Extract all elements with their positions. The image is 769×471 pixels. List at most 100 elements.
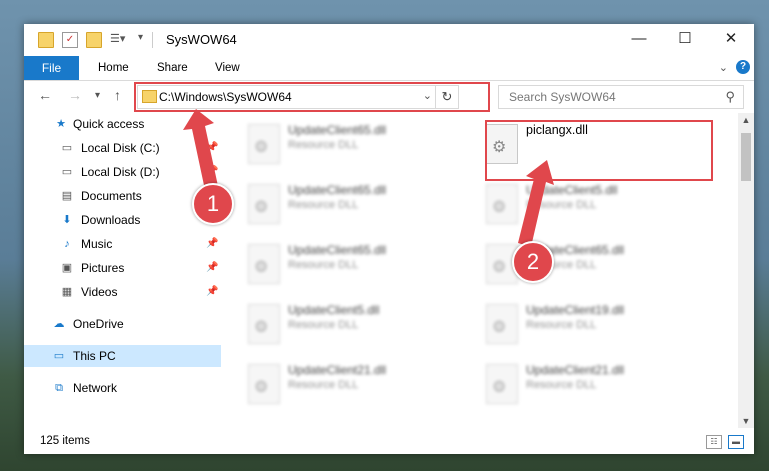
sidebar-item-label: OneDrive: [73, 317, 124, 331]
file-name: UpdateClient21.dll: [288, 363, 387, 377]
file-item[interactable]: UpdateClient19.dll Resource DLL: [466, 299, 696, 349]
status-bar: 125 items ☷ ▬: [24, 428, 754, 454]
scrollbar-thumb[interactable]: [741, 133, 751, 181]
pin-icon[interactable]: 📌: [206, 161, 218, 183]
file-type: Resource DLL: [288, 199, 359, 211]
maximize-button[interactable]: ☐: [662, 24, 708, 56]
file-type: Resource DLL: [288, 319, 359, 331]
pin-icon[interactable]: 📌: [206, 257, 218, 279]
star-icon: ★: [56, 118, 66, 130]
sidebar-item-downloads[interactable]: ⬇ Downloads 📌: [24, 209, 221, 231]
drive-icon: ▭: [61, 142, 73, 154]
file-item[interactable]: UpdateClient21.dll Resource DLL: [228, 359, 458, 409]
file-highlight: [485, 120, 713, 181]
ribbon: File Home Share View ⌄ ?: [24, 56, 754, 81]
file-item[interactable]: UpdateClient5.dll Resource DLL: [228, 299, 458, 349]
sidebar-item-label: Videos: [81, 285, 118, 299]
document-icon: ▤: [61, 190, 73, 202]
video-icon: ▦: [61, 286, 73, 298]
sidebar-item-label: Local Disk (C:): [81, 141, 160, 155]
sidebar-item-network[interactable]: ⧉ Network: [24, 377, 221, 399]
dll-file-icon: [248, 124, 280, 164]
pin-icon[interactable]: 📌: [206, 233, 218, 255]
drive-icon: ▭: [61, 166, 73, 178]
search-icon[interactable]: ⚲: [725, 89, 735, 105]
sidebar-item-label: Local Disk (D:): [81, 165, 160, 179]
title-separator: [152, 32, 153, 48]
file-item[interactable]: UpdateClient65.dll Resource DLL: [228, 119, 458, 169]
sidebar-item-pictures[interactable]: ▣ Pictures 📌: [24, 257, 221, 279]
file-name: UpdateClient65.dll: [288, 243, 387, 257]
large-icons-view-icon[interactable]: ▬: [728, 435, 744, 449]
sidebar-item-label: This PC: [73, 349, 116, 363]
up-arrow-icon[interactable]: ↑: [114, 87, 121, 103]
close-button[interactable]: ✕: [708, 24, 754, 56]
vertical-scrollbar[interactable]: ▲ ▼: [738, 113, 754, 428]
music-icon: ♪: [64, 238, 70, 250]
sidebar-item-label: Documents: [81, 189, 142, 203]
sidebar-item-this-pc[interactable]: ▭ This PC: [24, 345, 221, 367]
tab-share[interactable]: Share: [157, 56, 188, 80]
pin-icon[interactable]: 📌: [206, 137, 218, 159]
file-type: Resource DLL: [288, 379, 359, 391]
new-folder-icon[interactable]: [86, 32, 102, 48]
search-box[interactable]: Search SysWOW64 ⚲: [498, 85, 744, 109]
dll-file-icon: [248, 304, 280, 344]
sidebar-item-local-disk-d[interactable]: ▭ Local Disk (D:) 📌: [24, 161, 221, 183]
tab-view[interactable]: View: [215, 56, 240, 80]
picture-icon: ▣: [61, 262, 73, 274]
file-type: Resource DLL: [526, 319, 597, 331]
dll-file-icon: [486, 184, 518, 224]
title-bar: ✓ ☰▾ ▾ SysWOW64 — ☐ ✕: [24, 24, 754, 56]
file-item[interactable]: UpdateClient65.dll Resource DLL: [228, 179, 458, 229]
search-input[interactable]: Search SysWOW64: [509, 90, 616, 104]
file-item[interactable]: UpdateClient65.dll Resource DLL: [228, 239, 458, 289]
help-icon[interactable]: ?: [736, 60, 750, 74]
scroll-down-icon[interactable]: ▼: [738, 416, 754, 426]
download-icon: ⬇: [62, 214, 72, 226]
computer-icon: ▭: [53, 350, 65, 362]
pin-icon[interactable]: 📌: [206, 281, 218, 303]
expand-ribbon-icon[interactable]: ⌄: [719, 61, 728, 74]
dll-file-icon: [486, 304, 518, 344]
file-type: Resource DLL: [288, 259, 359, 271]
details-view-icon[interactable]: ☷: [706, 435, 722, 449]
scroll-up-icon[interactable]: ▲: [738, 115, 754, 125]
file-item[interactable]: UpdateClient5.dll Resource DLL: [466, 179, 696, 229]
sidebar-item-local-disk-c[interactable]: ▭ Local Disk (C:) 📌: [24, 137, 221, 159]
sidebar-item-videos[interactable]: ▦ Videos 📌: [24, 281, 221, 303]
sidebar-item-label: Quick access: [73, 117, 145, 131]
item-count: 125 items: [40, 435, 90, 447]
step-badge-1: 1: [192, 183, 234, 225]
file-name: UpdateClient5.dll: [526, 183, 618, 197]
sidebar-item-label: Network: [73, 381, 118, 395]
chevron-down-icon[interactable]: ▾: [138, 32, 152, 46]
file-name: UpdateClient21.dll: [526, 363, 625, 377]
recent-locations-icon[interactable]: ▾: [95, 90, 100, 101]
sidebar-item-music[interactable]: ♪ Music 📌: [24, 233, 221, 255]
file-type: Resource DLL: [288, 139, 359, 151]
window-title: SysWOW64: [166, 32, 237, 47]
file-name: UpdateClient5.dll: [288, 303, 380, 317]
forward-arrow-icon[interactable]: →: [68, 87, 82, 103]
tab-file[interactable]: File: [24, 56, 79, 80]
dll-file-icon: [248, 364, 280, 404]
minimize-button[interactable]: —: [616, 24, 662, 56]
dll-file-icon: [248, 244, 280, 284]
dll-file-icon: [248, 184, 280, 224]
dll-file-icon: [486, 364, 518, 404]
customize-qat-icon[interactable]: ☰▾: [110, 32, 125, 46]
step-badge-2: 2: [512, 241, 554, 283]
sidebar-item-label: Downloads: [81, 213, 141, 227]
address-bar-highlight: [134, 82, 490, 112]
sidebar-item-quick-access[interactable]: ★ Quick access: [24, 113, 221, 135]
back-arrow-icon[interactable]: ←: [38, 87, 52, 103]
properties-icon[interactable]: ✓: [62, 32, 78, 48]
tab-home[interactable]: Home: [98, 56, 129, 80]
file-item[interactable]: UpdateClient21.dll Resource DLL: [466, 359, 696, 409]
file-type: Resource DLL: [526, 379, 597, 391]
file-item[interactable]: UpdateClient65.dll Resource DLL: [466, 239, 696, 289]
sidebar-item-onedrive[interactable]: ☁ OneDrive: [24, 313, 221, 335]
file-name: UpdateClient65.dll: [288, 123, 387, 137]
sidebar-item-label: Pictures: [81, 261, 125, 275]
